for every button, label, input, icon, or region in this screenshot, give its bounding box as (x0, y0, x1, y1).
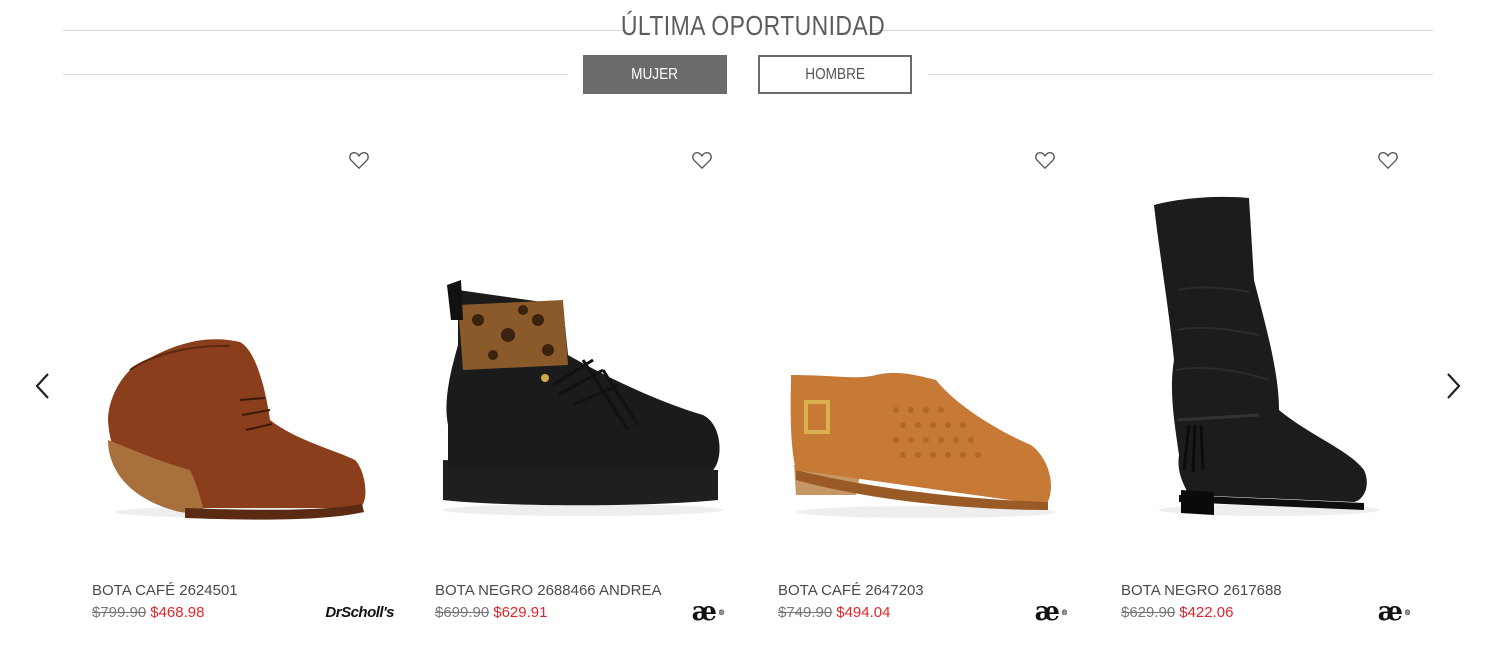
tab-hombre-label: HOMBRE (805, 65, 865, 83)
brand-logo: æ ® (1377, 597, 1411, 627)
product-name[interactable]: BOTA NEGRO 2617688 (1121, 582, 1282, 599)
heart-icon[interactable] (691, 150, 713, 170)
product-prices: $699.90 $629.91 (435, 604, 547, 621)
tab-hombre[interactable]: HOMBRE (758, 55, 912, 94)
heart-icon[interactable] (348, 150, 370, 170)
product-card[interactable]: BOTA CAFÉ 2624501 $799.90 $468.98 DrSchol… (90, 130, 395, 630)
product-card[interactable]: BOTA NEGRO 2617688 $629.90 $422.06 æ ® (1119, 130, 1419, 630)
heart-icon[interactable] (1377, 150, 1399, 170)
product-name[interactable]: BOTA CAFÉ 2624501 (92, 582, 238, 599)
product-image[interactable] (90, 170, 390, 560)
product-card[interactable]: BOTA NEGRO 2688466 ANDREA $699.90 $629.91… (433, 130, 733, 630)
brand-logo: æ ® (1034, 597, 1068, 627)
product-image[interactable] (1119, 170, 1419, 560)
heart-icon[interactable] (1034, 150, 1056, 170)
section-title: ÚLTIMA OPORTUNIDAD (620, 10, 886, 41)
tab-mujer[interactable]: MUJER (583, 55, 727, 94)
product-prices: $799.90 $468.98 (92, 604, 204, 621)
product-prices: $629.90 $422.06 (1121, 604, 1233, 621)
chevron-right-icon (1447, 373, 1461, 399)
carousel-prev-button[interactable] (28, 368, 58, 404)
product-prices: $749.90 $494.04 (778, 604, 890, 621)
chevron-left-icon (35, 373, 49, 399)
sale-price: $468.98 (150, 604, 205, 621)
tabs-rule-left (63, 74, 568, 75)
tabs-rule-right (928, 74, 1433, 75)
old-price: $629.90 (1121, 604, 1176, 621)
tab-mujer-label: MUJER (631, 65, 679, 83)
sale-price: $494.04 (836, 604, 891, 621)
brand-logo: DrScholl's (325, 603, 394, 621)
product-image[interactable] (776, 170, 1076, 560)
product-name[interactable]: BOTA NEGRO 2688466 ANDREA (435, 582, 662, 599)
sale-price: $422.06 (1179, 604, 1234, 621)
product-image[interactable] (433, 170, 733, 560)
old-price: $749.90 (778, 604, 833, 621)
old-price: $699.90 (435, 604, 490, 621)
old-price: $799.90 (92, 604, 147, 621)
carousel-next-button[interactable] (1438, 368, 1468, 404)
product-card[interactable]: BOTA CAFÉ 2647203 $749.90 $494.04 æ ® (776, 130, 1076, 630)
sale-price: $629.91 (493, 604, 548, 621)
brand-logo: æ ® (691, 597, 725, 627)
product-name[interactable]: BOTA CAFÉ 2647203 (778, 582, 924, 599)
